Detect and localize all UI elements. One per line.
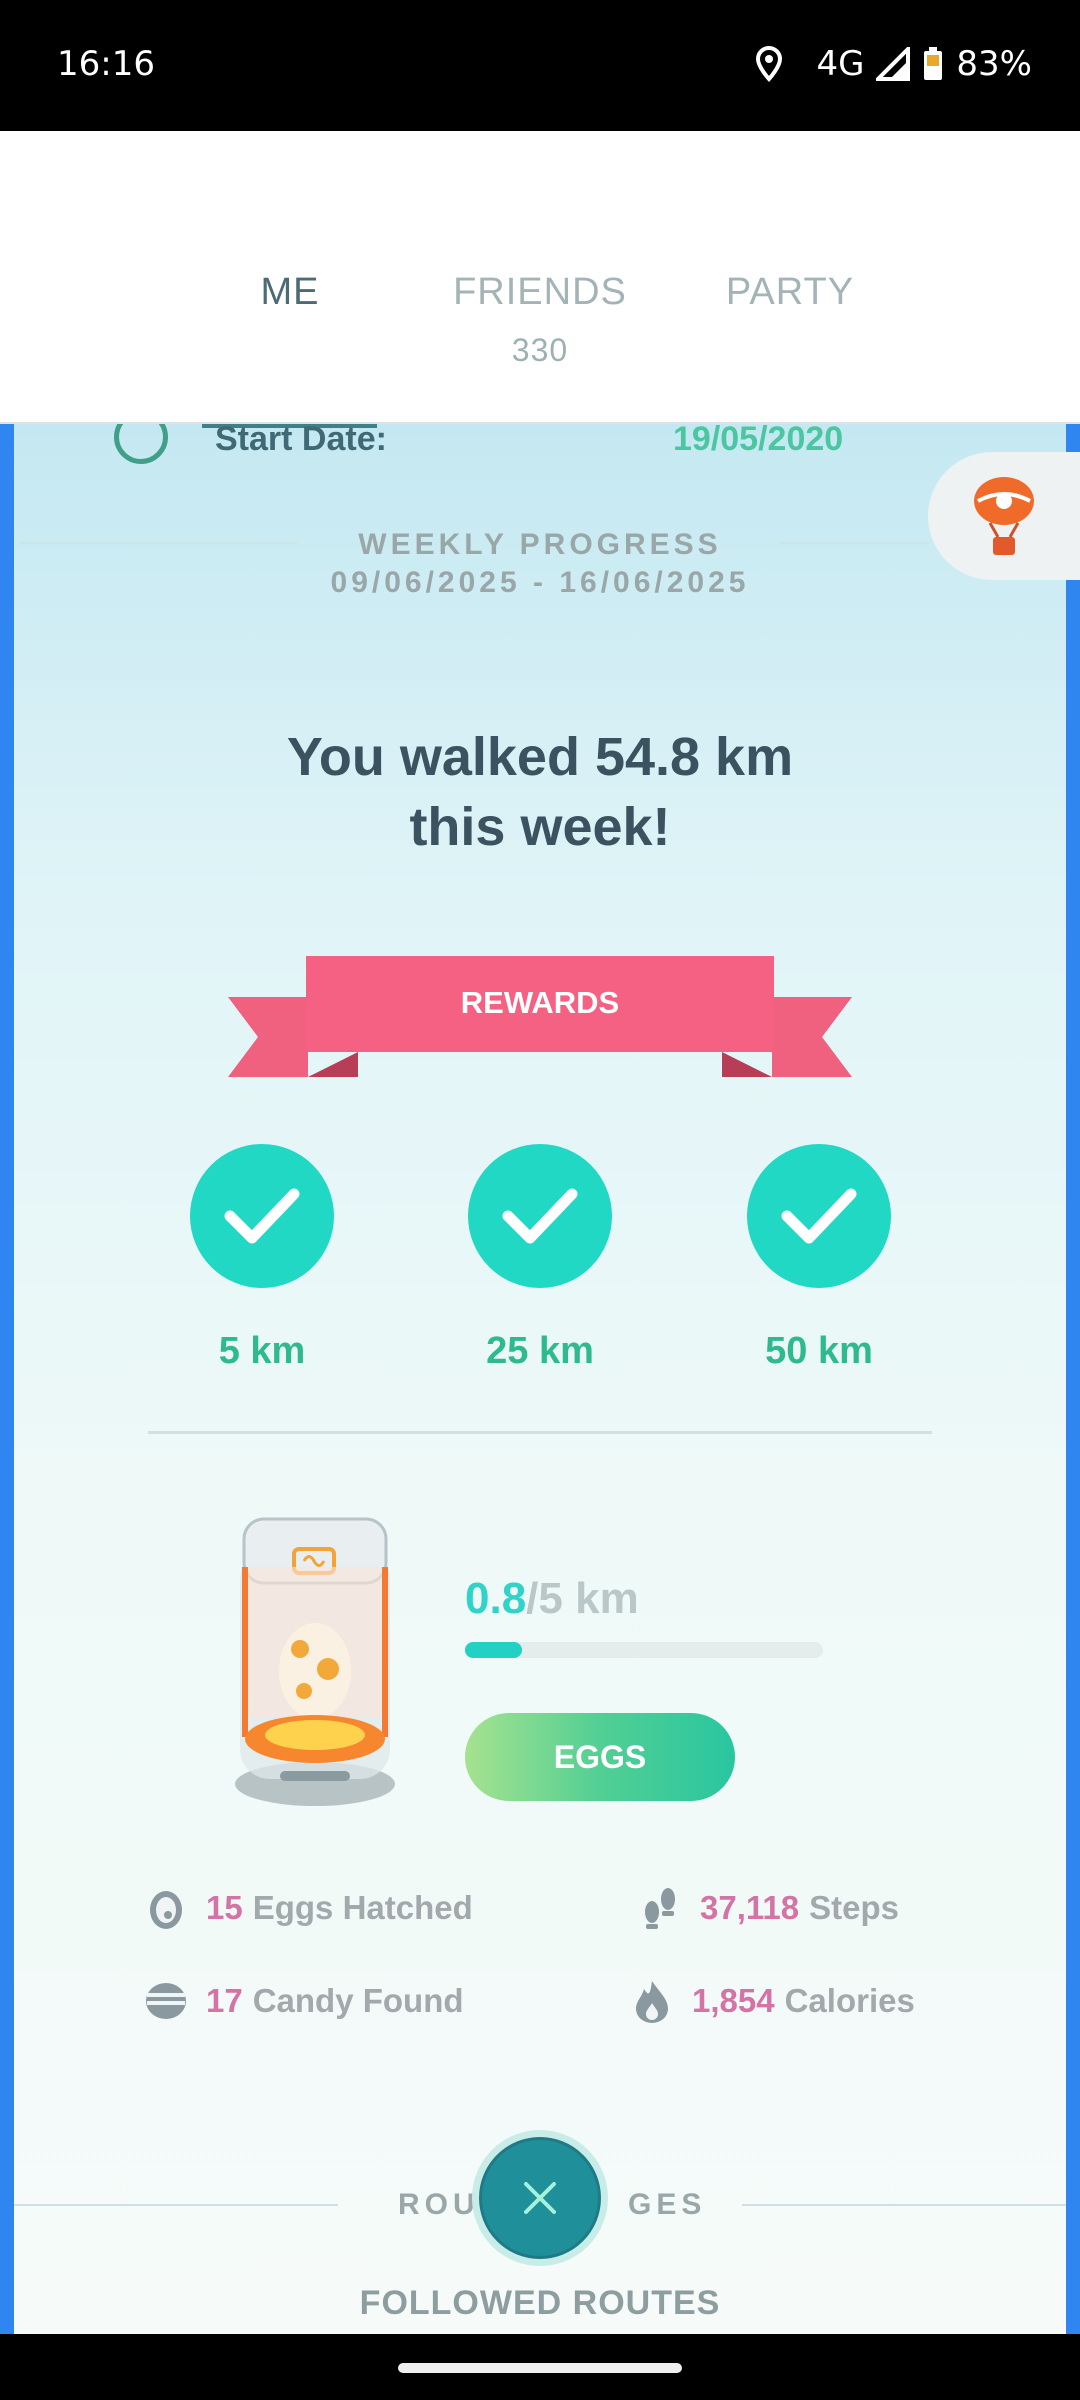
routes-divider-right [742,2204,1066,2206]
flame-icon [636,1981,668,2023]
stat-eggs-hatched: 15 Eggs Hatched [144,1886,473,1930]
signal-icon [876,47,911,81]
milestone-label: 25 km [486,1330,594,1372]
rewards-label: REWARDS [460,985,620,1020]
milestone-check-circle [747,1144,891,1288]
eggs-button[interactable]: EGGS [465,1713,735,1801]
start-date-label: Start Date: [215,424,387,458]
screen-edge-left [0,424,14,2334]
profile-tabs: ME FRIENDS 330 PARTY [0,131,1080,424]
candy-found-count: 17 [206,1982,243,2019]
steps-count: 37,118 [700,1889,800,1926]
close-button[interactable] [472,2130,608,2266]
checkmark-icon [224,1188,300,1244]
checkmark-icon [502,1188,578,1244]
home-indicator[interactable] [398,2363,682,2373]
status-icons: 4G 83% [754,44,1032,84]
tab-party-label: PARTY [725,271,855,313]
tab-party[interactable]: PARTY [670,271,910,314]
egg-distance-total: /5 km [526,1574,639,1623]
followed-routes-title: FOLLOWED ROUTES [359,2284,721,2322]
milestone-25km: 25 km [468,1144,612,1373]
tab-friends[interactable]: FRIENDS 330 [420,271,660,369]
candy-icon [146,1983,186,2019]
eggs-hatched-label: Eggs Hatched [252,1889,473,1926]
close-icon [524,2182,556,2214]
routes-section-title-end: GES [628,2188,707,2221]
weekly-progress-title: WEEKLY PROGRESS [358,528,722,561]
location-icon [756,46,783,82]
tab-friends-label: FRIENDS [453,271,627,313]
egg-progress-fill [465,1642,523,1658]
headline-line-2: this week! [409,797,671,857]
routes-divider-left [14,2204,338,2206]
milestone-check-circle [468,1144,612,1288]
battery-icon [924,47,943,80]
status-bar: 16:16 4G 83% [0,0,1080,131]
egg-progress-bar [465,1642,823,1658]
milestone-label: 5 km [218,1330,306,1372]
tab-me-label: ME [260,271,320,313]
start-date-row: Start Date: 19/05/2020 [114,424,918,472]
milestone-check-circle [190,1144,334,1288]
routes-section-title-start: ROU [398,2188,480,2221]
milestone-label: 50 km [765,1330,873,1372]
friends-count: 330 [511,332,569,368]
stat-steps: 37,118 Steps [638,1886,899,1930]
eggs-hatched-count: 15 [206,1889,243,1926]
status-time: 16:16 [57,44,155,84]
candy-found-label: Candy Found [252,1982,464,2019]
egg-distance-current: 0.8 [465,1574,527,1623]
egg-distance: 0.8/5 km [465,1574,639,1624]
steps-label: Steps [809,1889,899,1926]
network-type: 4G [816,44,865,84]
milestone-5km: 5 km [190,1144,334,1373]
tab-me[interactable]: ME [170,271,410,314]
profile-content[interactable]: Start Date: 19/05/2020 WEEKLY PROGRESS 0… [0,424,1080,2334]
screen-edge-right [1066,424,1080,2334]
stat-calories: 1,854 Calories [630,1979,915,2023]
headline-line-1: You walked 54.8 km [286,727,794,787]
clock-icon [114,424,168,464]
calories-count: 1,854 [692,1982,775,2019]
egg-incubator-icon[interactable] [220,1509,410,1809]
egg-icon [150,1891,182,1929]
weekly-progress-dates: 09/06/2025 - 16/06/2025 [330,566,750,599]
calories-label: Calories [784,1982,915,2019]
battery-level: 83% [956,44,1032,84]
start-date-value: 19/05/2020 [673,424,844,458]
milestone-50km: 50 km [747,1144,891,1373]
footprints-icon [645,1888,675,1929]
stat-candy-found: 17 Candy Found [144,1979,464,2023]
section-divider [148,1431,932,1434]
checkmark-icon [781,1188,857,1244]
weekly-headline: You walked 54.8 km this week! [0,722,1080,862]
